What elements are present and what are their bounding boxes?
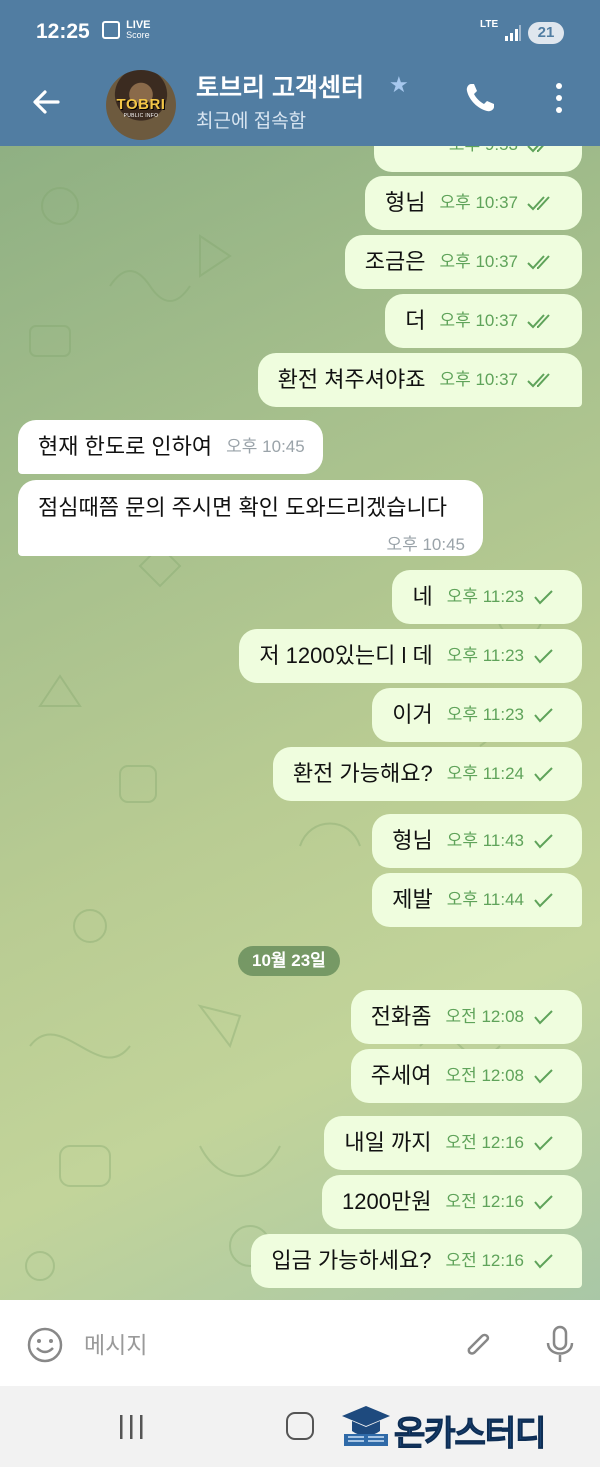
message-text: 이거 xyxy=(392,702,433,727)
emoji-icon[interactable] xyxy=(26,1326,64,1364)
message-text: 환전 가능해요? xyxy=(292,761,433,786)
contact-avatar[interactable]: TOBRI PUBLIC INFO xyxy=(106,70,176,140)
check-icon xyxy=(532,688,554,745)
attachment-icon[interactable] xyxy=(460,1326,498,1364)
incoming-message[interactable]: 현재 한도로 인하여 오후 10:45 xyxy=(18,420,323,474)
outgoing-message[interactable]: 형님 오후 11:43 xyxy=(372,814,582,868)
message-time: 오전 12:16 xyxy=(431,1175,554,1232)
message-text: 입금 가능하세요? xyxy=(271,1248,432,1273)
system-navigation-bar: 온카스터디 xyxy=(0,1386,600,1467)
message-time: 오후 10:37 xyxy=(425,353,554,410)
message-text: 형님 xyxy=(384,190,426,215)
score-label: Score xyxy=(126,30,150,40)
outgoing-message[interactable]: 제발 오후 11:44 xyxy=(372,873,582,927)
message-time: 오후 11:23 xyxy=(433,570,554,627)
check-icon xyxy=(532,1234,554,1291)
message-time: 오후 10:37 xyxy=(425,176,554,233)
status-time: 12:25 xyxy=(36,20,90,43)
outgoing-message[interactable]: 환전 가능해요? 오후 11:24 xyxy=(272,747,582,804)
message-time: 오후 10:45 xyxy=(226,437,305,456)
check-icon xyxy=(532,873,554,930)
message-list[interactable]: 형님오후 9:53 형님오후 10:37조금은오후 10:37더오후 10:37… xyxy=(0,146,600,1300)
message-time: 오후 11:44 xyxy=(433,873,554,930)
check-icon xyxy=(532,990,554,1047)
outgoing-message[interactable]: 조금은 오후 10:37 xyxy=(344,235,582,292)
home-button[interactable] xyxy=(286,1412,314,1440)
outgoing-message[interactable]: 저 1200있는디 l 데 오후 11:23 xyxy=(239,629,582,683)
message-text: 내일 까지 xyxy=(344,1130,432,1155)
message-time: 오후 10:45 xyxy=(386,535,466,554)
microphone-icon[interactable] xyxy=(542,1324,578,1364)
outgoing-message[interactable]: 전화좀 오전 12:08 xyxy=(350,990,582,1047)
message-time: 오전 12:16 xyxy=(431,1234,554,1291)
double-check-icon xyxy=(526,235,554,292)
check-icon xyxy=(532,1175,554,1232)
message-time: 오후 11:43 xyxy=(433,814,554,871)
double-check-icon xyxy=(526,294,554,351)
check-icon xyxy=(532,629,554,686)
double-check-icon xyxy=(526,176,554,233)
battery-badge: 21 xyxy=(528,22,564,44)
message-text: 주세여 xyxy=(370,1063,432,1088)
message-time: 오후 9:53 xyxy=(435,146,518,172)
message-time: 오후 10:37 xyxy=(425,235,554,292)
brand-text: 온카스터디 xyxy=(393,1415,546,1454)
message-text: 저 1200있는디 l 데 xyxy=(259,643,433,668)
date-separator: 10월 23일 xyxy=(238,946,340,976)
message-time: 오전 12:08 xyxy=(431,990,554,1047)
live-score-indicator: LIVE Score xyxy=(102,20,151,40)
message-text: 형님 xyxy=(392,828,433,853)
message-time: 오전 12:08 xyxy=(431,1049,554,1106)
message-time: 오후 10:37 xyxy=(425,294,554,351)
recent-apps-icon[interactable] xyxy=(116,1414,146,1440)
message-text: 조금은 xyxy=(364,249,426,274)
status-bar: 12:25 LIVE Score LTE 21 xyxy=(0,0,600,64)
check-icon xyxy=(532,814,554,871)
signal-icon xyxy=(505,25,521,41)
message-time: 오후 11:24 xyxy=(433,747,554,804)
message-text: 네 xyxy=(412,584,433,609)
message-input-bar: 메시지 xyxy=(0,1300,600,1386)
outgoing-message[interactable]: 환전 쳐주셔야죠 오후 10:37 xyxy=(257,353,582,410)
check-icon xyxy=(532,747,554,804)
outgoing-message[interactable]: 이거 오후 11:23 xyxy=(372,688,582,742)
message-text: 제발 xyxy=(392,887,433,912)
message-text: 전화좀 xyxy=(370,1004,432,1029)
message-text: 점심때쯤 문의 주시면 확인 도와드리겠습니다 xyxy=(38,495,448,520)
contact-name[interactable]: 토브리 고객센터 xyxy=(196,68,364,104)
message-time: 오전 12:16 xyxy=(431,1116,554,1173)
message-time: 오후 11:23 xyxy=(433,688,554,745)
network-type: LTE xyxy=(480,19,499,30)
check-icon xyxy=(532,1116,554,1173)
outgoing-message[interactable]: 1200만원 오전 12:16 xyxy=(322,1175,582,1229)
double-check-icon xyxy=(526,353,554,410)
outgoing-message[interactable]: 내일 까지 오전 12:16 xyxy=(324,1116,582,1170)
screen-record-icon xyxy=(102,21,120,39)
phone-icon[interactable] xyxy=(462,80,498,116)
outgoing-message[interactable]: 더 오후 10:37 xyxy=(385,294,582,348)
message-text: 1200만원 xyxy=(342,1189,432,1214)
message-time: 오후 11:23 xyxy=(433,629,554,686)
chat-header: TOBRI PUBLIC INFO 토브리 고객센터 ★ 최근에 접속함 xyxy=(0,64,600,146)
outgoing-message[interactable]: 네 오후 11:23 xyxy=(392,570,582,624)
message-input[interactable]: 메시지 xyxy=(84,1326,147,1360)
message-text: 더 xyxy=(405,308,426,333)
check-icon xyxy=(532,1049,554,1106)
back-arrow-icon[interactable] xyxy=(28,84,64,120)
message-bubble-partial[interactable]: 형님오후 9:53 xyxy=(374,146,582,172)
graduation-cap-icon xyxy=(342,1406,390,1446)
message-text: 현재 한도로 인하여 xyxy=(38,434,213,459)
star-icon: ★ xyxy=(389,72,409,97)
outgoing-message[interactable]: 주세여 오전 12:08 xyxy=(350,1049,582,1106)
message-text: 환전 쳐주셔야죠 xyxy=(277,367,426,392)
more-options-icon[interactable] xyxy=(548,80,570,116)
check-icon xyxy=(532,570,554,627)
incoming-message[interactable]: 점심때쯤 문의 주시면 확인 도와드리겠습니다오후 10:45 xyxy=(18,480,484,556)
avatar-subtext: PUBLIC INFO xyxy=(123,113,159,119)
contact-status: 최근에 접속함 xyxy=(196,111,307,132)
double-check-icon xyxy=(526,146,554,173)
outgoing-message[interactable]: 입금 가능하세요? 오전 12:16 xyxy=(251,1234,582,1288)
outgoing-message[interactable]: 형님 오후 10:37 xyxy=(364,176,582,233)
avatar-logo: TOBRI xyxy=(116,96,166,113)
